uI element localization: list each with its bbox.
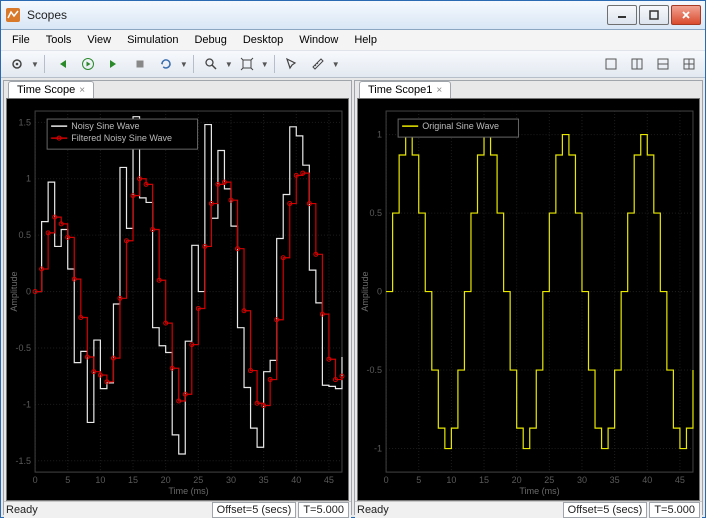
autoscale-button[interactable] bbox=[235, 52, 259, 76]
content-area: Time Scope × 051015202530354045-1.5-1-0.… bbox=[1, 78, 705, 517]
svg-text:45: 45 bbox=[324, 475, 334, 485]
svg-text:35: 35 bbox=[259, 475, 269, 485]
close-icon[interactable]: × bbox=[79, 85, 85, 96]
tab-label: Time Scope1 bbox=[368, 84, 432, 96]
zoom-button[interactable] bbox=[199, 52, 223, 76]
dropdown-icon[interactable]: ▼ bbox=[180, 60, 188, 69]
menu-tools[interactable]: Tools bbox=[39, 32, 79, 48]
svg-text:Filtered Noisy Sine Wave: Filtered Noisy Sine Wave bbox=[71, 133, 172, 143]
svg-text:Noisy Sine Wave: Noisy Sine Wave bbox=[71, 121, 139, 131]
svg-text:20: 20 bbox=[512, 475, 522, 485]
svg-text:-0.5: -0.5 bbox=[16, 343, 32, 353]
status-ready: Ready bbox=[357, 504, 389, 516]
layout-4-button[interactable] bbox=[677, 52, 701, 76]
svg-text:30: 30 bbox=[577, 475, 587, 485]
status-time: T=5.000 bbox=[649, 502, 700, 518]
status-time: T=5.000 bbox=[298, 502, 349, 518]
window-title: Scopes bbox=[27, 8, 607, 22]
svg-text:Amplitude: Amplitude bbox=[9, 272, 19, 312]
layout-2h-button[interactable] bbox=[651, 52, 675, 76]
close-icon[interactable]: × bbox=[436, 85, 442, 96]
svg-text:0: 0 bbox=[26, 287, 31, 297]
scope-plot-0[interactable]: 0 5 10 15 20 25 30 35 40 45 -1.5 -1 -0.5 0 0.5 1 1.5 Time… bbox=[6, 98, 349, 501]
pane-left: Time Scope × 051015202530354045-1.5-1-0.… bbox=[3, 80, 352, 515]
svg-text:1: 1 bbox=[377, 130, 382, 140]
status-offset: Offset=5 (secs) bbox=[563, 502, 648, 518]
tab-row: Time Scope × bbox=[4, 81, 351, 98]
svg-text:Original Sine Wave: Original Sine Wave bbox=[422, 121, 499, 131]
main-window: Scopes File Tools View Simulation Debug … bbox=[0, 0, 706, 518]
menu-desktop[interactable]: Desktop bbox=[236, 32, 290, 48]
svg-text:Time (ms): Time (ms) bbox=[519, 486, 559, 496]
svg-text:40: 40 bbox=[291, 475, 301, 485]
svg-text:30: 30 bbox=[226, 475, 236, 485]
svg-text:1.5: 1.5 bbox=[19, 117, 32, 127]
menu-debug[interactable]: Debug bbox=[187, 32, 233, 48]
layout-2v-button[interactable] bbox=[625, 52, 649, 76]
svg-text:0: 0 bbox=[33, 475, 38, 485]
svg-text:1: 1 bbox=[26, 174, 31, 184]
maximize-button[interactable] bbox=[639, 5, 669, 25]
close-button[interactable] bbox=[671, 5, 701, 25]
svg-text:40: 40 bbox=[642, 475, 652, 485]
play-button[interactable] bbox=[76, 52, 100, 76]
menu-simulation[interactable]: Simulation bbox=[120, 32, 185, 48]
menu-window[interactable]: Window bbox=[292, 32, 345, 48]
tab-time-scope[interactable]: Time Scope × bbox=[8, 81, 94, 98]
svg-text:-1: -1 bbox=[374, 444, 382, 454]
dropdown-icon[interactable]: ▼ bbox=[225, 60, 233, 69]
app-icon bbox=[5, 7, 21, 23]
svg-text:45: 45 bbox=[675, 475, 685, 485]
window-buttons bbox=[607, 5, 701, 25]
svg-text:5: 5 bbox=[65, 475, 70, 485]
tab-row: Time Scope1 × bbox=[355, 81, 702, 98]
svg-text:20: 20 bbox=[161, 475, 171, 485]
svg-text:0: 0 bbox=[377, 287, 382, 297]
svg-text:15: 15 bbox=[479, 475, 489, 485]
scope-plot-1[interactable]: 0 5 10 15 20 25 30 35 40 45 -1 -0.5 0 0.5 1 Time (ms) Am… bbox=[357, 98, 700, 501]
loop-button[interactable] bbox=[154, 52, 178, 76]
svg-text:15: 15 bbox=[128, 475, 138, 485]
menu-file[interactable]: File bbox=[5, 32, 37, 48]
settings-button[interactable] bbox=[5, 52, 29, 76]
measure-button[interactable] bbox=[306, 52, 330, 76]
svg-text:25: 25 bbox=[193, 475, 203, 485]
layout-1-button[interactable] bbox=[599, 52, 623, 76]
titlebar: Scopes bbox=[1, 1, 705, 30]
cursor-button[interactable] bbox=[280, 52, 304, 76]
dropdown-icon[interactable]: ▼ bbox=[332, 60, 340, 69]
svg-text:0: 0 bbox=[384, 475, 389, 485]
toolbar: ▼ ▼ ▼ ▼ ▼ bbox=[1, 50, 705, 78]
status-ready: Ready bbox=[6, 504, 38, 516]
svg-text:0.5: 0.5 bbox=[19, 230, 32, 240]
status-offset: Offset=5 (secs) bbox=[212, 502, 297, 518]
status-bar: Ready Offset=5 (secs) T=5.000 bbox=[355, 501, 702, 518]
step-forward-button[interactable] bbox=[102, 52, 126, 76]
svg-text:10: 10 bbox=[446, 475, 456, 485]
pane-right: Time Scope1 × 051015202530354045-1-0.500… bbox=[354, 80, 703, 515]
menu-view[interactable]: View bbox=[80, 32, 118, 48]
tab-label: Time Scope bbox=[17, 84, 75, 96]
dropdown-icon[interactable]: ▼ bbox=[31, 60, 39, 69]
status-bar: Ready Offset=5 (secs) T=5.000 bbox=[4, 501, 351, 518]
svg-text:-1.5: -1.5 bbox=[16, 456, 32, 466]
menu-help[interactable]: Help bbox=[347, 32, 384, 48]
svg-text:10: 10 bbox=[95, 475, 105, 485]
step-back-button[interactable] bbox=[50, 52, 74, 76]
tab-time-scope1[interactable]: Time Scope1 × bbox=[359, 81, 451, 98]
dropdown-icon[interactable]: ▼ bbox=[261, 60, 269, 69]
svg-text:5: 5 bbox=[416, 475, 421, 485]
minimize-button[interactable] bbox=[607, 5, 637, 25]
svg-text:Time (ms): Time (ms) bbox=[168, 486, 208, 496]
stop-button[interactable] bbox=[128, 52, 152, 76]
svg-text:35: 35 bbox=[610, 475, 620, 485]
svg-text:-0.5: -0.5 bbox=[367, 365, 383, 375]
svg-text:-1: -1 bbox=[23, 399, 31, 409]
svg-text:25: 25 bbox=[544, 475, 554, 485]
svg-text:Amplitude: Amplitude bbox=[360, 272, 370, 312]
menubar: File Tools View Simulation Debug Desktop… bbox=[1, 30, 705, 50]
svg-text:0.5: 0.5 bbox=[370, 208, 383, 218]
